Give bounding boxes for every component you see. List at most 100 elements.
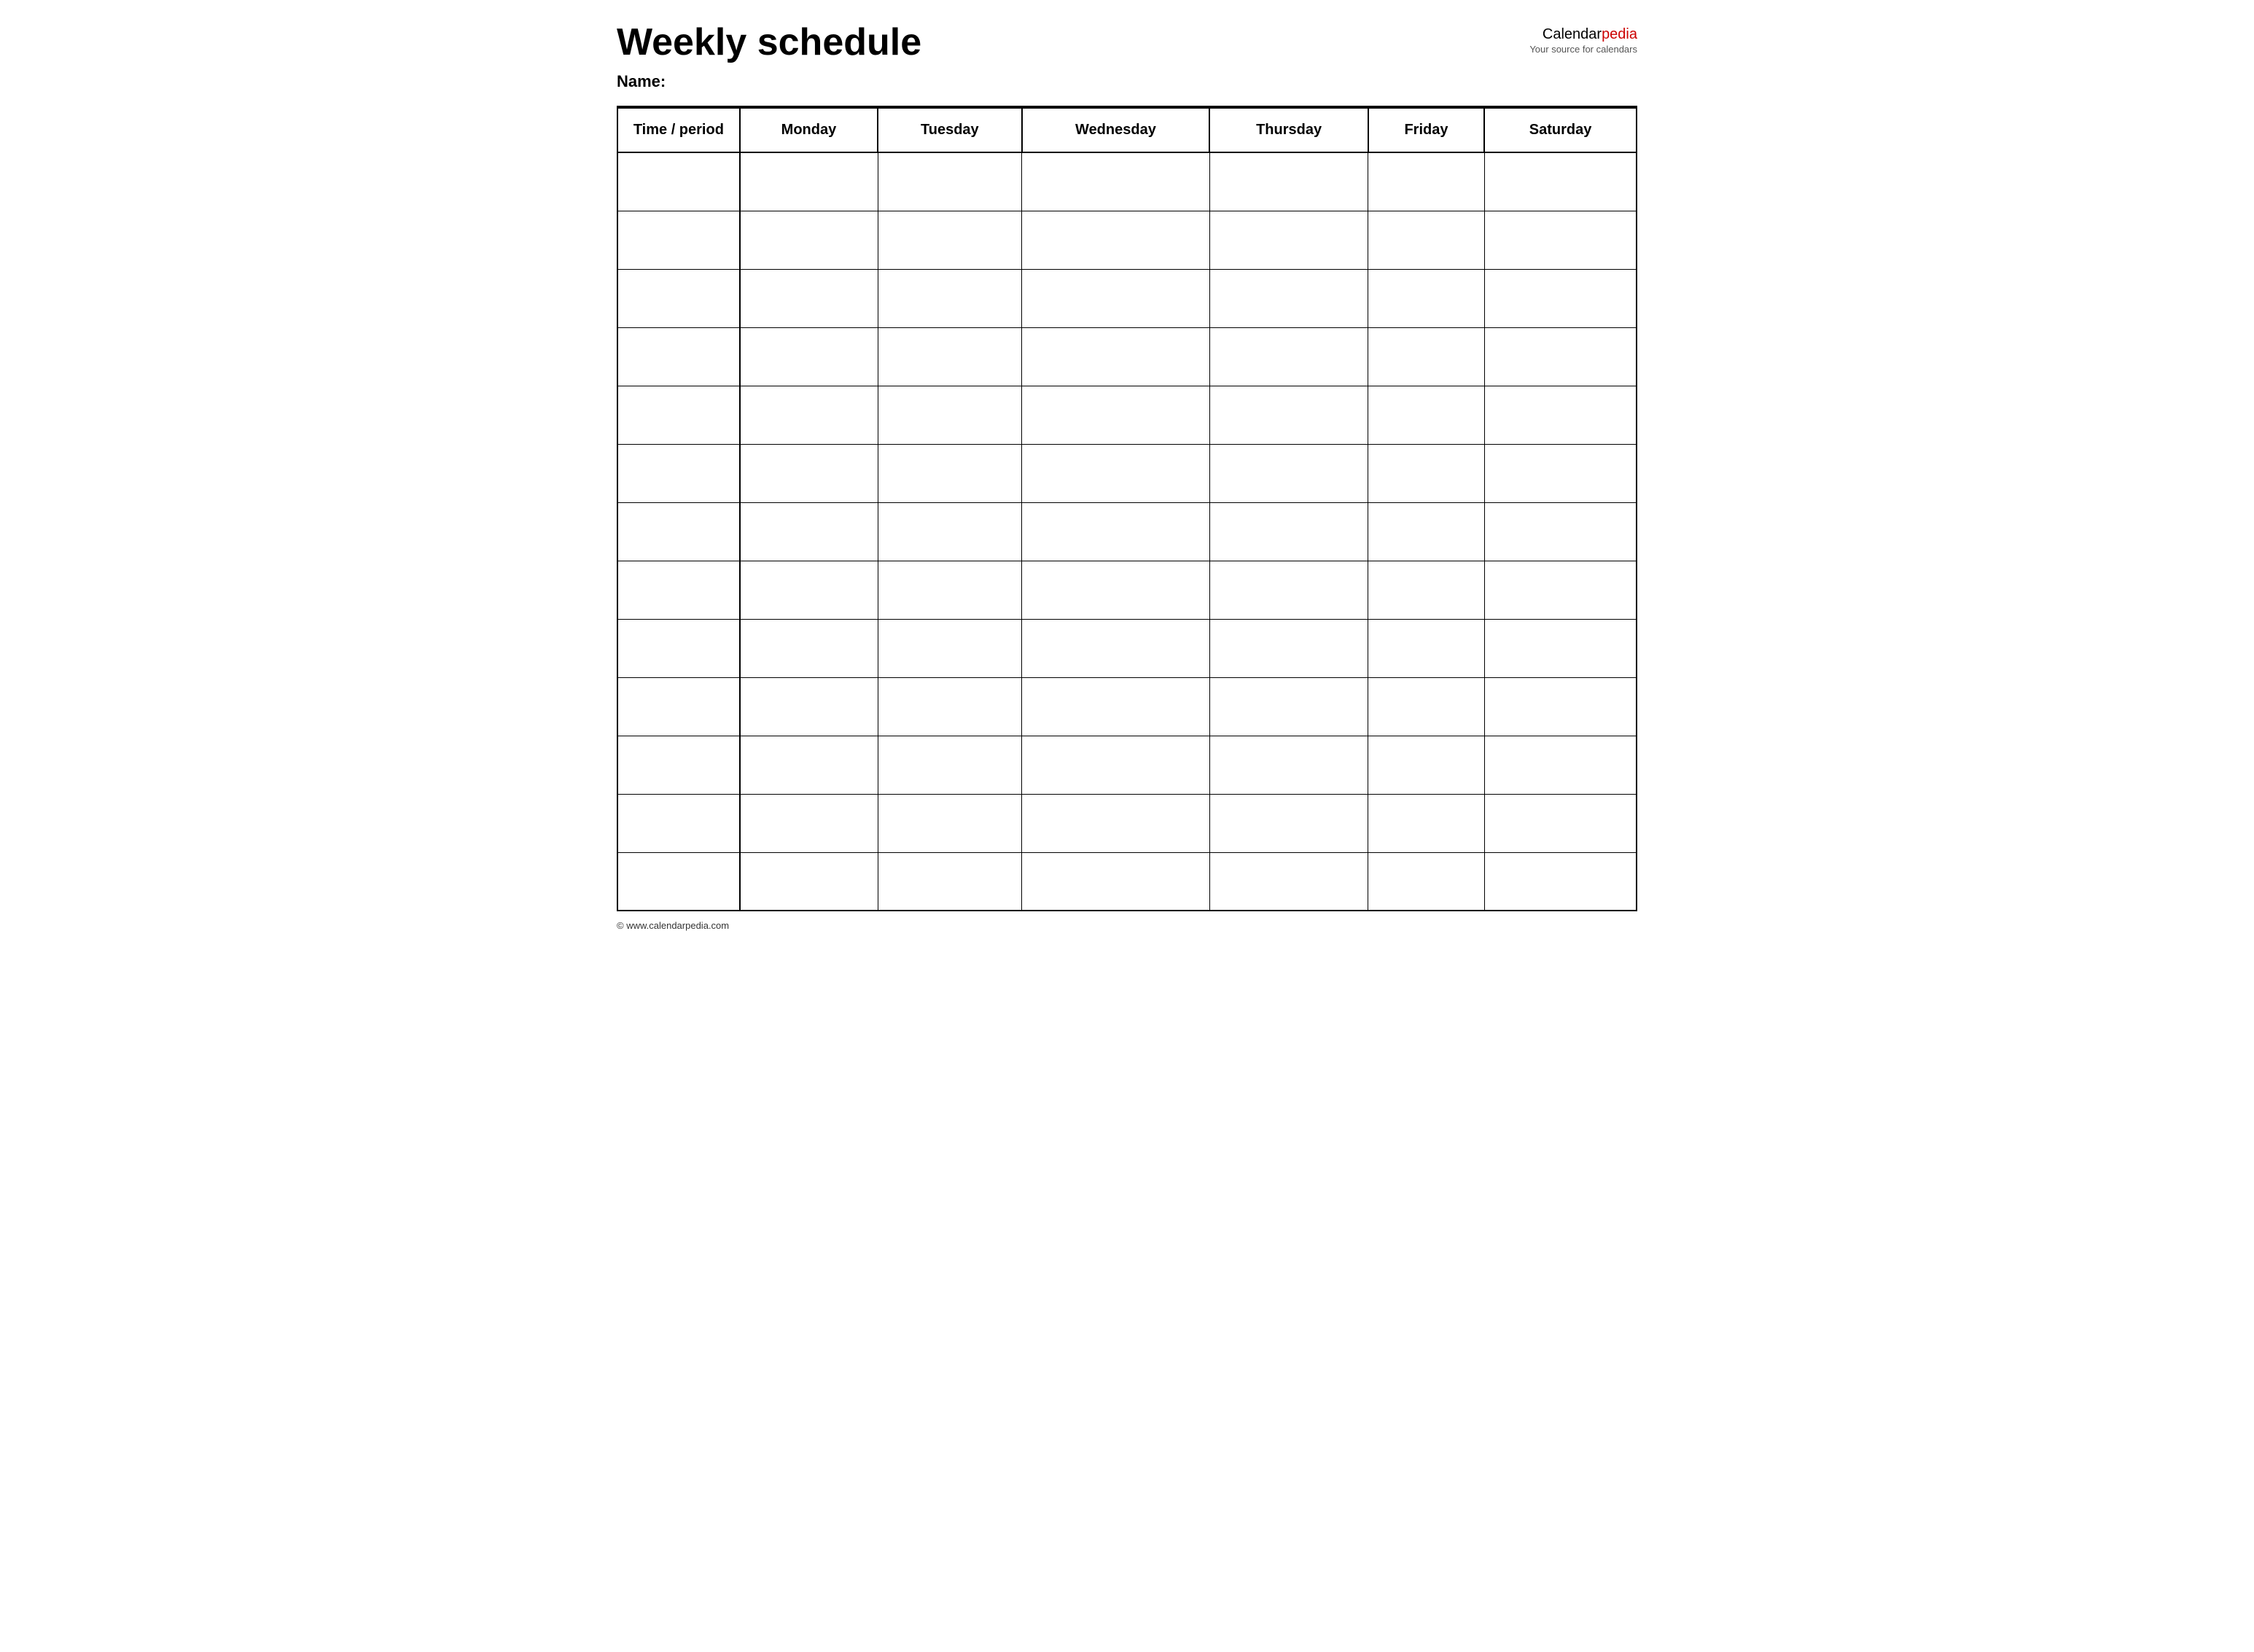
cell-r10-c6[interactable] (1484, 736, 1637, 794)
cell-r3-c2[interactable] (878, 327, 1021, 386)
cell-r12-c2[interactable] (878, 852, 1021, 911)
cell-r11-c2[interactable] (878, 794, 1021, 852)
cell-r11-c3[interactable] (1022, 794, 1210, 852)
cell-r4-c3[interactable] (1022, 386, 1210, 444)
cell-r12-c0[interactable] (617, 852, 740, 911)
cell-r11-c5[interactable] (1368, 794, 1484, 852)
cell-r5-c1[interactable] (740, 444, 878, 502)
cell-r11-c1[interactable] (740, 794, 878, 852)
cell-r8-c4[interactable] (1209, 619, 1368, 677)
cell-r3-c0[interactable] (617, 327, 740, 386)
cell-r1-c4[interactable] (1209, 211, 1368, 269)
cell-r3-c3[interactable] (1022, 327, 1210, 386)
cell-r9-c2[interactable] (878, 677, 1021, 736)
cell-r4-c5[interactable] (1368, 386, 1484, 444)
cell-r9-c5[interactable] (1368, 677, 1484, 736)
cell-r6-c0[interactable] (617, 502, 740, 561)
cell-r3-c6[interactable] (1484, 327, 1637, 386)
cell-r6-c1[interactable] (740, 502, 878, 561)
cell-r12-c4[interactable] (1209, 852, 1368, 911)
cell-r12-c6[interactable] (1484, 852, 1637, 911)
cell-r2-c6[interactable] (1484, 269, 1637, 327)
cell-r9-c4[interactable] (1209, 677, 1368, 736)
cell-r8-c2[interactable] (878, 619, 1021, 677)
col-friday: Friday (1368, 108, 1484, 152)
cell-r0-c6[interactable] (1484, 152, 1637, 211)
cell-r1-c1[interactable] (740, 211, 878, 269)
cell-r5-c2[interactable] (878, 444, 1021, 502)
cell-r5-c5[interactable] (1368, 444, 1484, 502)
cell-r1-c0[interactable] (617, 211, 740, 269)
cell-r8-c5[interactable] (1368, 619, 1484, 677)
cell-r9-c1[interactable] (740, 677, 878, 736)
cell-r6-c4[interactable] (1209, 502, 1368, 561)
cell-r6-c6[interactable] (1484, 502, 1637, 561)
cell-r1-c5[interactable] (1368, 211, 1484, 269)
cell-r7-c1[interactable] (740, 561, 878, 619)
cell-r10-c1[interactable] (740, 736, 878, 794)
cell-r3-c4[interactable] (1209, 327, 1368, 386)
cell-r7-c6[interactable] (1484, 561, 1637, 619)
cell-r4-c0[interactable] (617, 386, 740, 444)
cell-r11-c6[interactable] (1484, 794, 1637, 852)
cell-r6-c5[interactable] (1368, 502, 1484, 561)
cell-r2-c2[interactable] (878, 269, 1021, 327)
cell-r0-c4[interactable] (1209, 152, 1368, 211)
cell-r10-c4[interactable] (1209, 736, 1368, 794)
cell-r5-c4[interactable] (1209, 444, 1368, 502)
cell-r11-c4[interactable] (1209, 794, 1368, 852)
cell-r2-c4[interactable] (1209, 269, 1368, 327)
title-area: Weekly schedule Name: (617, 22, 1529, 91)
cell-r9-c6[interactable] (1484, 677, 1637, 736)
cell-r2-c0[interactable] (617, 269, 740, 327)
cell-r5-c3[interactable] (1022, 444, 1210, 502)
cell-r9-c3[interactable] (1022, 677, 1210, 736)
cell-r2-c1[interactable] (740, 269, 878, 327)
cell-r10-c2[interactable] (878, 736, 1021, 794)
cell-r0-c3[interactable] (1022, 152, 1210, 211)
cell-r0-c0[interactable] (617, 152, 740, 211)
cell-r6-c3[interactable] (1022, 502, 1210, 561)
cell-r7-c0[interactable] (617, 561, 740, 619)
cell-r4-c6[interactable] (1484, 386, 1637, 444)
cell-r10-c5[interactable] (1368, 736, 1484, 794)
cell-r8-c6[interactable] (1484, 619, 1637, 677)
table-row (617, 152, 1637, 211)
cell-r10-c3[interactable] (1022, 736, 1210, 794)
cell-r7-c5[interactable] (1368, 561, 1484, 619)
cell-r1-c3[interactable] (1022, 211, 1210, 269)
cell-r10-c0[interactable] (617, 736, 740, 794)
cell-r8-c0[interactable] (617, 619, 740, 677)
cell-r5-c6[interactable] (1484, 444, 1637, 502)
cell-r2-c3[interactable] (1022, 269, 1210, 327)
cell-r4-c1[interactable] (740, 386, 878, 444)
cell-r5-c0[interactable] (617, 444, 740, 502)
cell-r4-c4[interactable] (1209, 386, 1368, 444)
col-tuesday: Tuesday (878, 108, 1021, 152)
cell-r8-c3[interactable] (1022, 619, 1210, 677)
cell-r0-c1[interactable] (740, 152, 878, 211)
cell-r12-c3[interactable] (1022, 852, 1210, 911)
cell-r7-c2[interactable] (878, 561, 1021, 619)
cell-r3-c5[interactable] (1368, 327, 1484, 386)
cell-r3-c1[interactable] (740, 327, 878, 386)
cell-r6-c2[interactable] (878, 502, 1021, 561)
cell-r0-c5[interactable] (1368, 152, 1484, 211)
col-wednesday: Wednesday (1022, 108, 1210, 152)
cell-r7-c3[interactable] (1022, 561, 1210, 619)
cell-r9-c0[interactable] (617, 677, 740, 736)
cell-r12-c1[interactable] (740, 852, 878, 911)
cell-r0-c2[interactable] (878, 152, 1021, 211)
cell-r1-c6[interactable] (1484, 211, 1637, 269)
cell-r2-c5[interactable] (1368, 269, 1484, 327)
table-row (617, 502, 1637, 561)
cell-r12-c5[interactable] (1368, 852, 1484, 911)
cell-r11-c0[interactable] (617, 794, 740, 852)
col-time: Time / period (617, 108, 740, 152)
cell-r4-c2[interactable] (878, 386, 1021, 444)
table-row (617, 852, 1637, 911)
cell-r1-c2[interactable] (878, 211, 1021, 269)
cell-r8-c1[interactable] (740, 619, 878, 677)
logo-calendar: Calendar (1543, 26, 1602, 42)
cell-r7-c4[interactable] (1209, 561, 1368, 619)
